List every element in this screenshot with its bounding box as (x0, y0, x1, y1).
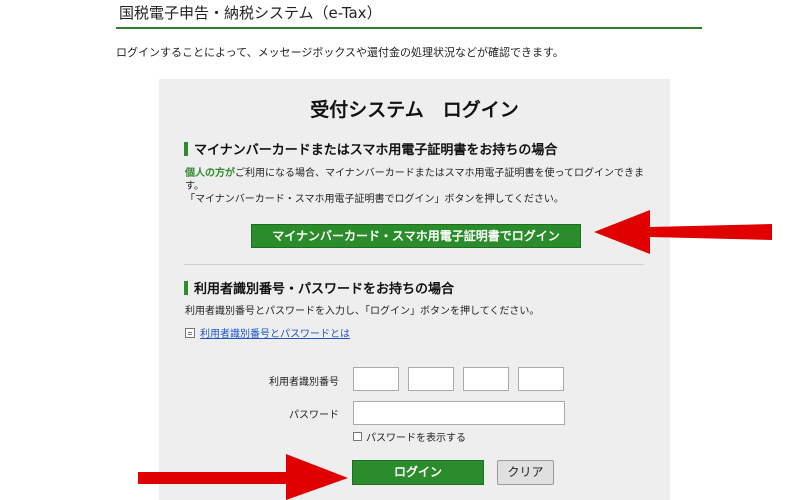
mynumber-login-button[interactable]: マイナンバーカード・スマホ用電子証明書でログイン (251, 224, 581, 248)
user-id-label: 利用者識別番号 (269, 377, 339, 388)
individual-highlight: 個人の方が (185, 168, 235, 179)
id-heading-text: 利用者識別番号・パスワードをお持ちの場合 (194, 282, 455, 297)
password-input[interactable] (353, 401, 565, 425)
clear-button[interactable]: クリア (497, 460, 554, 485)
heading-bar-icon (184, 280, 188, 295)
help-link-row: 利用者識別番号とパスワードとは (185, 325, 350, 340)
login-panel: 受付システム ログイン マイナンバーカードまたはスマホ用電子証明書をお持ちの場合… (159, 79, 670, 500)
page-header-title: 国税電子申告・納税システム（e-Tax） (119, 4, 382, 22)
intro-text: ログインすることによって、メッセージボックスや還付金の処理状況などが確認できます… (116, 46, 564, 59)
show-password-checkbox[interactable] (353, 432, 362, 441)
mynumber-desc-line1: ご利用になる場合、マイナンバーカードまたはスマホ用電子証明書を使ってログインでき… (185, 168, 644, 192)
user-id-input-2[interactable] (408, 367, 454, 391)
user-id-input-1[interactable] (353, 367, 399, 391)
annotation-arrow-left-icon (594, 210, 772, 254)
arrow-shape (594, 210, 772, 254)
annotation-arrow-right-icon (138, 454, 348, 500)
heading-bar-icon (184, 141, 188, 156)
password-label: パスワード (289, 410, 339, 421)
arrow-shape (138, 454, 348, 500)
user-id-input-3[interactable] (463, 367, 509, 391)
mynumber-desc-line2: 「マイナンバーカード・スマホ用電子証明書でログイン」ボタンを押してください。 (185, 194, 564, 205)
login-button[interactable]: ログイン (352, 460, 484, 485)
id-description: 利用者識別番号とパスワードを入力し、「ログイン」ボタンを押してください。 (185, 306, 540, 317)
mynumber-description: 個人の方がご利用になる場合、マイナンバーカードまたはスマホ用電子証明書を使ってロ… (185, 167, 655, 206)
document-icon (185, 327, 195, 338)
user-id-input-4[interactable] (518, 367, 564, 391)
panel-title: 受付システム ログイン (310, 99, 519, 121)
id-password-help-link[interactable]: 利用者識別番号とパスワードとは (200, 325, 350, 340)
show-password-row[interactable]: パスワードを表示する (353, 429, 466, 444)
show-password-label: パスワードを表示する (366, 433, 466, 444)
id-section-heading: 利用者識別番号・パスワードをお持ちの場合 (184, 278, 454, 297)
mynumber-heading-text: マイナンバーカードまたはスマホ用電子証明書をお持ちの場合 (194, 143, 558, 158)
section-divider (184, 264, 644, 265)
header-divider (116, 27, 702, 29)
mynumber-section-heading: マイナンバーカードまたはスマホ用電子証明書をお持ちの場合 (184, 139, 557, 158)
